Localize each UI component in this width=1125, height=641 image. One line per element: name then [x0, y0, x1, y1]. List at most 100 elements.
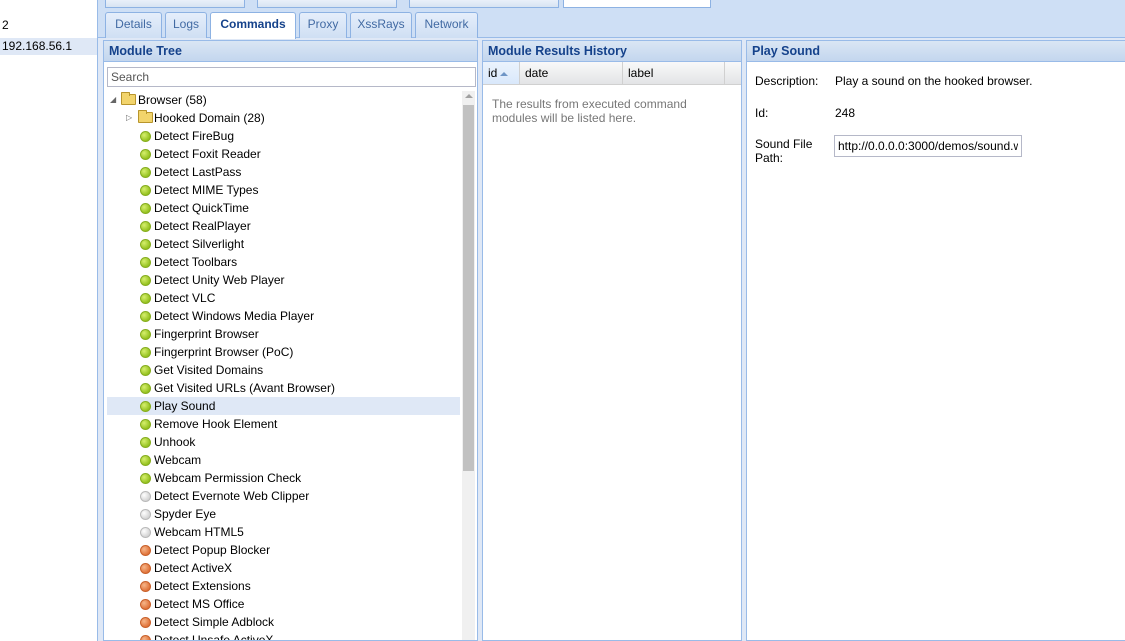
tree-module-item[interactable]: Detect MIME Types — [107, 181, 460, 199]
green-status-icon — [140, 473, 151, 484]
tab-details[interactable]: Details — [105, 12, 162, 38]
search-input[interactable] — [107, 67, 476, 87]
tree-module-label: Detect Windows Media Player — [154, 309, 315, 323]
tree-module-item[interactable]: Detect Foxit Reader — [107, 145, 460, 163]
tree-module-item[interactable]: Get Visited Domains — [107, 361, 460, 379]
outer-tab[interactable] — [257, 0, 397, 8]
module-tree-title: Module Tree — [104, 41, 477, 62]
tree-scrollbar[interactable] — [462, 91, 475, 640]
host-row[interactable]: 2 — [0, 17, 97, 34]
tree-module-item[interactable]: Detect Simple Adblock — [107, 613, 460, 631]
host-row-selected[interactable]: 192.168.56.1 — [0, 38, 97, 55]
tree-module-item[interactable]: Detect Popup Blocker — [107, 541, 460, 559]
tree-module-item[interactable]: Detect Windows Media Player — [107, 307, 460, 325]
tree-folder-browser[interactable]: ◢ Browser (58) — [107, 91, 460, 109]
tree-module-item[interactable]: Get Visited URLs (Avant Browser) — [107, 379, 460, 397]
column-id[interactable]: id — [483, 62, 520, 84]
tree-module-item[interactable]: Detect LastPass — [107, 163, 460, 181]
tab-bar: Details Logs Commands Proxy XssRays Netw… — [98, 8, 1125, 39]
tree-module-item[interactable]: Play Sound — [107, 397, 460, 415]
expanded-arrow-icon[interactable]: ◢ — [110, 95, 118, 105]
green-status-icon — [140, 167, 151, 178]
tree-module-item[interactable]: Detect Toolbars — [107, 253, 460, 271]
green-status-icon — [140, 437, 151, 448]
green-status-icon — [140, 149, 151, 160]
tree-module-item[interactable]: Unhook — [107, 433, 460, 451]
results-history-title: Module Results History — [483, 41, 741, 62]
outer-tab-active[interactable] — [563, 0, 711, 8]
orange-status-icon — [140, 635, 151, 640]
tree-module-item[interactable]: Detect Extensions — [107, 577, 460, 595]
tree-module-label: Detect Unity Web Player — [154, 273, 285, 287]
outer-tab[interactable] — [409, 0, 559, 8]
tree-module-label: Get Visited URLs (Avant Browser) — [154, 381, 335, 395]
green-status-icon — [140, 203, 151, 214]
orange-status-icon — [140, 599, 151, 610]
tree-module-item[interactable]: Detect Unsafe ActiveX — [107, 631, 460, 640]
green-status-icon — [140, 131, 151, 142]
tree-module-label: Detect FireBug — [154, 129, 235, 143]
tree-module-item[interactable]: Webcam HTML5 — [107, 523, 460, 541]
outer-tab[interactable] — [105, 0, 245, 8]
results-history-panel: Module Results History id date label The… — [482, 40, 742, 641]
tree-folder-label: Hooked Domain (28) — [154, 111, 265, 125]
green-status-icon — [140, 311, 151, 322]
tree-module-label: Fingerprint Browser (PoC) — [154, 345, 294, 359]
tree-module-item[interactable]: Spyder Eye — [107, 505, 460, 523]
tree-module-label: Spyder Eye — [154, 507, 217, 521]
folder-open-icon — [121, 92, 136, 105]
tree-module-item[interactable]: Detect VLC — [107, 289, 460, 307]
orange-status-icon — [140, 617, 151, 628]
tree-module-item[interactable]: Detect MS Office — [107, 595, 460, 613]
column-label[interactable]: label — [623, 62, 725, 84]
module-tree: ◢ Browser (58) ▷ Hooked Domain (28) Detect F… — [107, 91, 476, 640]
tree-module-label: Fingerprint Browser — [154, 327, 259, 341]
green-status-icon — [140, 401, 151, 412]
tree-module-label: Detect Foxit Reader — [154, 147, 261, 161]
tree-module-item[interactable]: Detect RealPlayer — [107, 217, 460, 235]
folder-icon — [138, 110, 153, 123]
tree-module-item[interactable]: Fingerprint Browser — [107, 325, 460, 343]
tab-logs[interactable]: Logs — [165, 12, 207, 38]
orange-status-icon — [140, 581, 151, 592]
tab-proxy[interactable]: Proxy — [299, 12, 347, 38]
green-status-icon — [140, 383, 151, 394]
tree-module-item[interactable]: Detect ActiveX — [107, 559, 460, 577]
sort-ascending-icon — [500, 71, 509, 76]
scroll-up-arrow-icon[interactable] — [465, 94, 473, 98]
tree-module-item[interactable]: Webcam — [107, 451, 460, 469]
tree-module-item[interactable]: Detect Evernote Web Clipper — [107, 487, 460, 505]
tree-folder-hooked-domain[interactable]: ▷ Hooked Domain (28) — [107, 109, 460, 127]
empty-results-message: The results from executed command module… — [492, 97, 687, 125]
tree-module-item[interactable]: Detect Silverlight — [107, 235, 460, 253]
tree-module-item[interactable]: Remove Hook Element — [107, 415, 460, 433]
tab-xssrays[interactable]: XssRays — [350, 12, 412, 38]
sound-path-input[interactable] — [834, 135, 1022, 157]
tree-module-label: Detect Extensions — [154, 579, 251, 593]
orange-status-icon — [140, 563, 151, 574]
scrollbar-thumb[interactable] — [463, 105, 474, 471]
grey-status-icon — [140, 491, 151, 502]
tree-module-item[interactable]: Detect Unity Web Player — [107, 271, 460, 289]
tree-module-item[interactable]: Fingerprint Browser (PoC) — [107, 343, 460, 361]
tree-module-label: Play Sound — [154, 399, 216, 413]
tab-network[interactable]: Network — [415, 12, 478, 38]
description-value: Play a sound on the hooked browser. — [835, 74, 1033, 88]
collapsed-arrow-icon[interactable]: ▷ — [126, 113, 134, 123]
tab-commands[interactable]: Commands — [210, 12, 296, 39]
tree-module-label: Detect Silverlight — [154, 237, 245, 251]
tree-module-item[interactable]: Detect QuickTime — [107, 199, 460, 217]
id-value: 248 — [835, 106, 856, 120]
green-status-icon — [140, 239, 151, 250]
green-status-icon — [140, 419, 151, 430]
tree-module-label: Detect VLC — [154, 291, 216, 305]
grey-status-icon — [140, 527, 151, 538]
tree-module-label: Get Visited Domains — [154, 363, 264, 377]
tree-module-label: Detect MIME Types — [154, 183, 259, 197]
tree-module-item[interactable]: Detect FireBug — [107, 127, 460, 145]
green-status-icon — [140, 455, 151, 466]
tree-module-item[interactable]: Webcam Permission Check — [107, 469, 460, 487]
column-date[interactable]: date — [520, 62, 623, 84]
green-status-icon — [140, 347, 151, 358]
green-status-icon — [140, 365, 151, 376]
